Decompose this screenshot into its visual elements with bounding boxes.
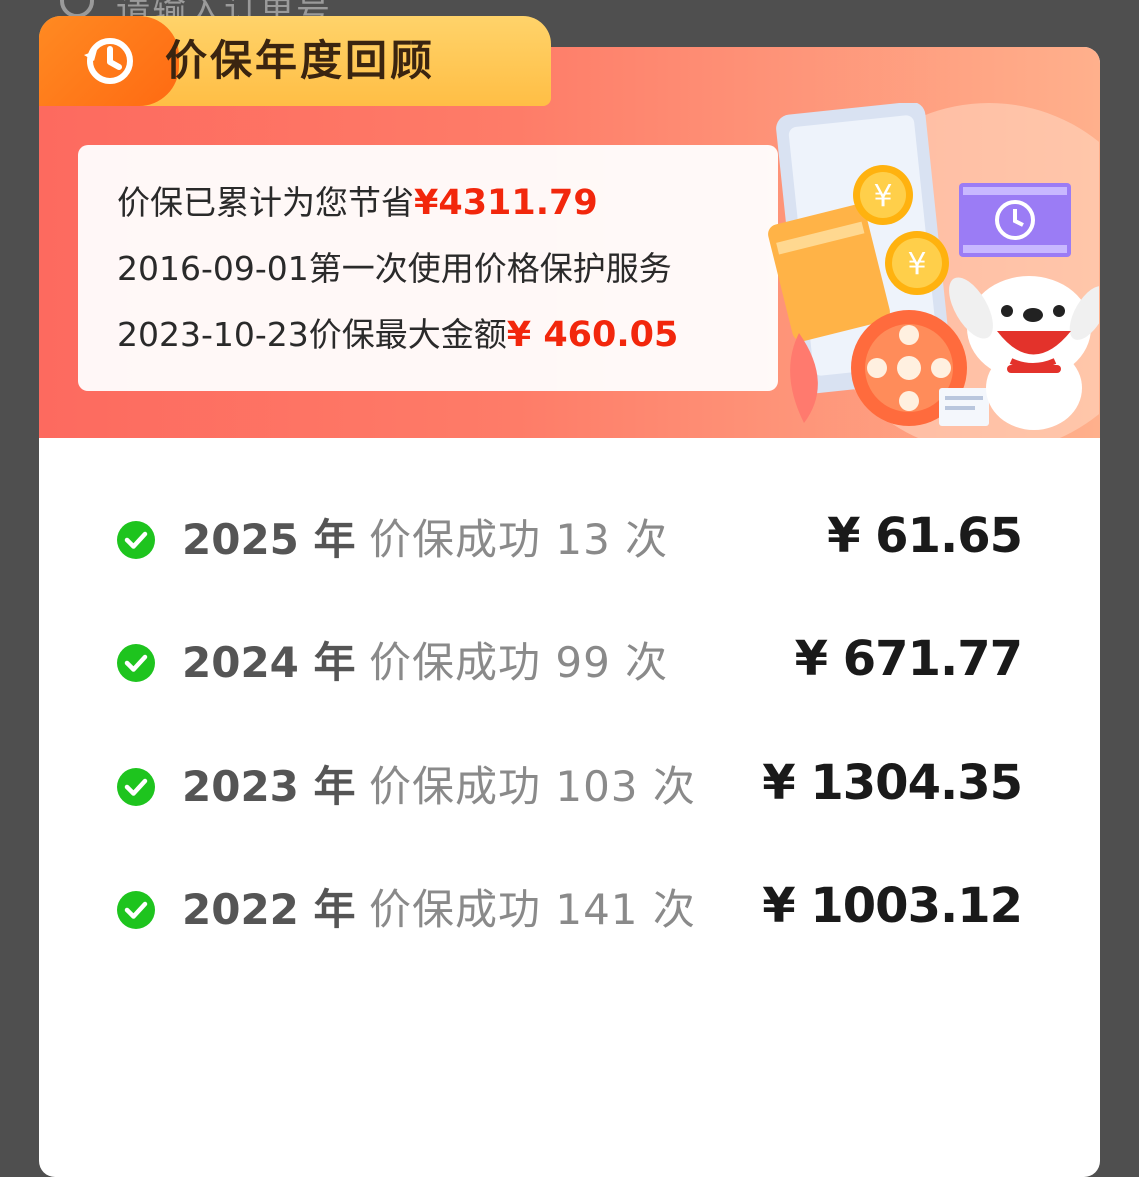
max-amount-label: 2023-10-23价保最大金额 xyxy=(117,315,507,354)
check-circle-icon xyxy=(117,891,155,929)
history-clock-icon xyxy=(84,38,133,84)
record-count: 价保成功 99 次 xyxy=(369,638,669,687)
check-circle-icon xyxy=(117,644,155,682)
max-amount-value: ¥ 460.05 xyxy=(506,315,679,355)
record-year: 2022 年 xyxy=(182,885,356,934)
record-year: 2024 年 xyxy=(182,638,356,687)
total-saved-line: 价保已累计为您节省¥4311.79 xyxy=(117,173,778,239)
record-year: 2023 年 xyxy=(182,762,356,811)
price-protection-card: 价保已累计为您节省¥4311.79 2016-09-01第一次使用价格保护服务 … xyxy=(39,47,1100,1177)
total-saved-amount: ¥4311.79 xyxy=(414,183,598,223)
record-count: 价保成功 13 次 xyxy=(369,515,669,564)
record-row: 2022 年 价保成功 141 次 ¥ 1003.12 xyxy=(39,870,1100,950)
record-count: 价保成功 103 次 xyxy=(369,762,696,811)
summary-box: 价保已累计为您节省¥4311.79 2016-09-01第一次使用价格保护服务 … xyxy=(78,145,778,391)
record-amount: ¥ 1304.35 xyxy=(762,755,1023,811)
record-amount: ¥ 671.77 xyxy=(794,631,1023,687)
record-amount: ¥ 1003.12 xyxy=(762,878,1023,934)
svg-text:¥: ¥ xyxy=(873,179,892,214)
svg-text:¥: ¥ xyxy=(907,247,926,282)
ribbon-icon-chip xyxy=(39,16,179,106)
record-year: 2025 年 xyxy=(182,515,356,564)
check-circle-icon xyxy=(117,768,155,806)
record-row: 2025 年 价保成功 13 次 ¥ 61.65 xyxy=(39,500,1100,580)
first-use-line: 2016-09-01第一次使用价格保护服务 xyxy=(117,249,672,288)
record-count: 价保成功 141 次 xyxy=(369,885,696,934)
max-amount-line: 2023-10-23价保最大金额¥ 460.05 xyxy=(117,305,778,371)
record-amount: ¥ 61.65 xyxy=(827,508,1023,564)
check-circle-icon xyxy=(117,521,155,559)
title-ribbon: 价保年度回顾 xyxy=(39,16,551,106)
mascot-illustration: ¥ ¥ xyxy=(768,103,1099,438)
record-row: 2024 年 价保成功 99 次 ¥ 671.77 xyxy=(39,623,1100,703)
record-row: 2023 年 价保成功 103 次 ¥ 1304.35 xyxy=(39,747,1100,827)
total-saved-label: 价保已累计为您节省 xyxy=(117,183,414,222)
page-title: 价保年度回顾 xyxy=(165,36,436,85)
